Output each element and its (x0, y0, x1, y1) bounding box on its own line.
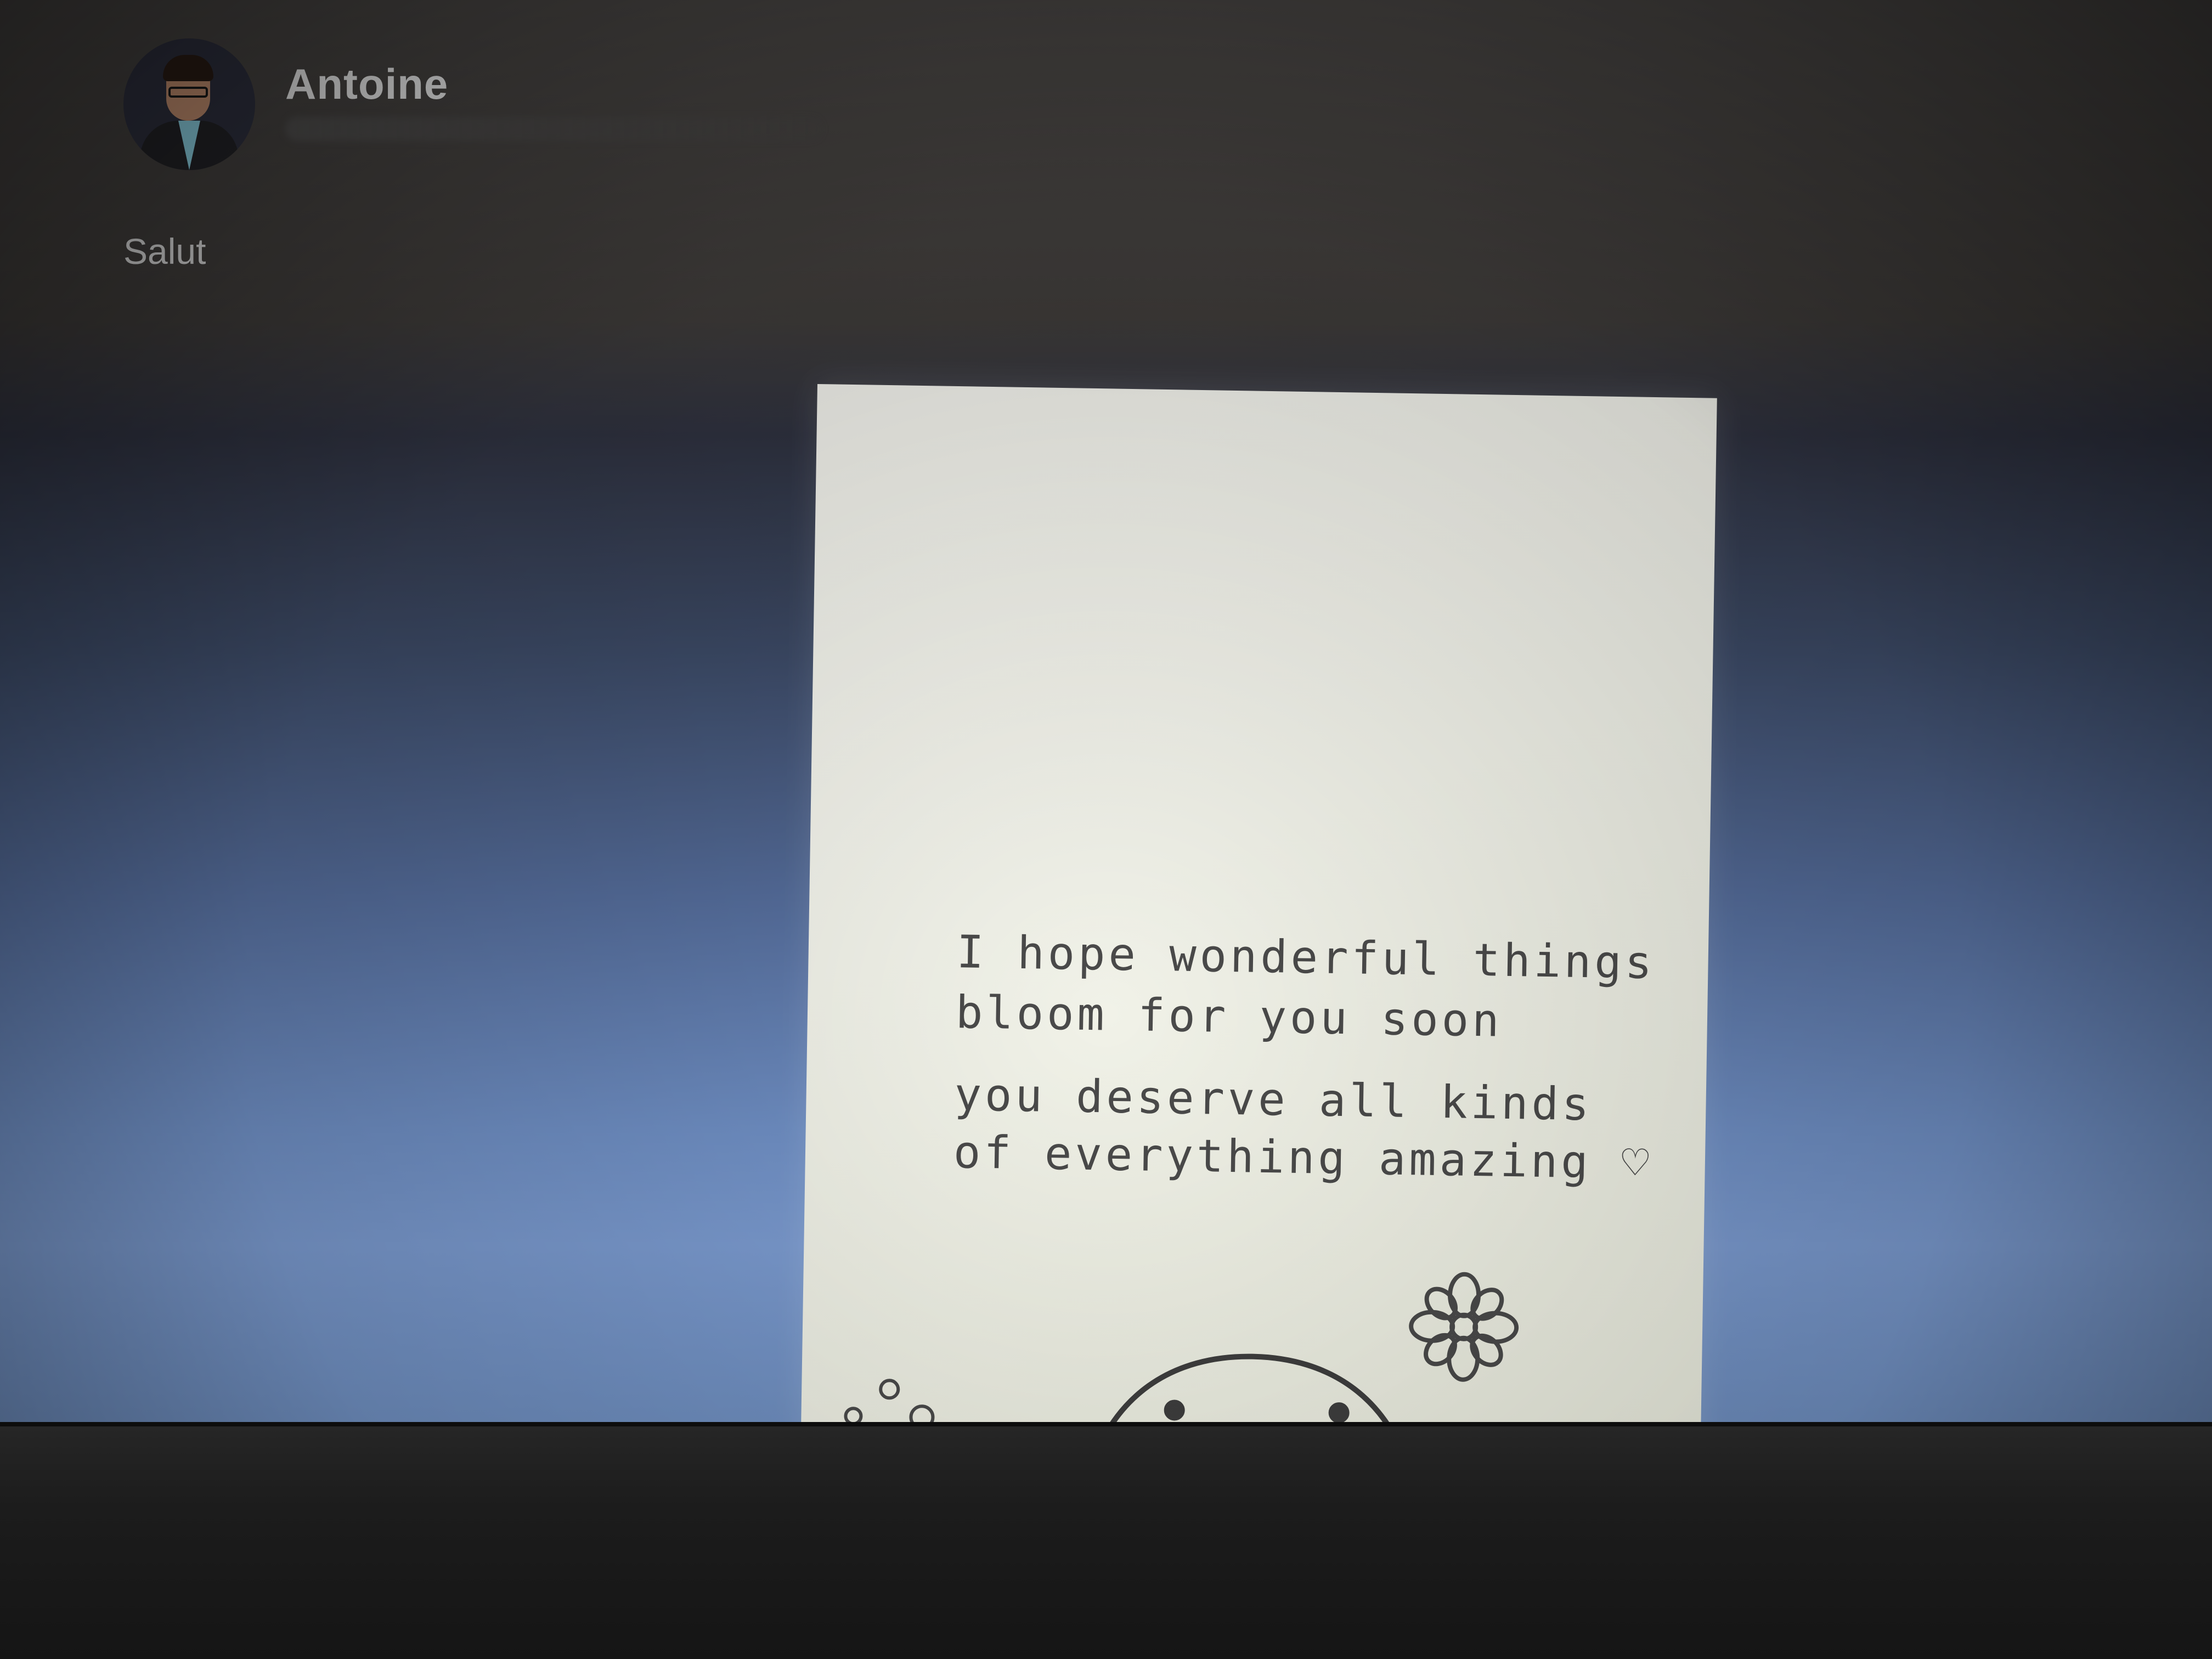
avatar-hair-shape (163, 55, 213, 81)
author-subtitle-blurred (285, 117, 823, 141)
monitor-bezel (0, 1426, 2212, 1659)
screen: Antoine Salut I hope wonderful things bl… (0, 0, 2212, 1448)
post-header: Antoine (123, 38, 823, 170)
flower-icon (1409, 1272, 1519, 1382)
card-image[interactable]: I hope wonderful things bloom for you so… (800, 384, 1717, 1448)
avatar-glasses-shape (168, 87, 208, 98)
author-avatar[interactable] (123, 38, 255, 170)
author-block: Antoine (285, 59, 823, 141)
author-name[interactable]: Antoine (285, 59, 823, 109)
card-doodles (822, 1272, 1519, 1448)
post-text: Salut (123, 231, 206, 272)
